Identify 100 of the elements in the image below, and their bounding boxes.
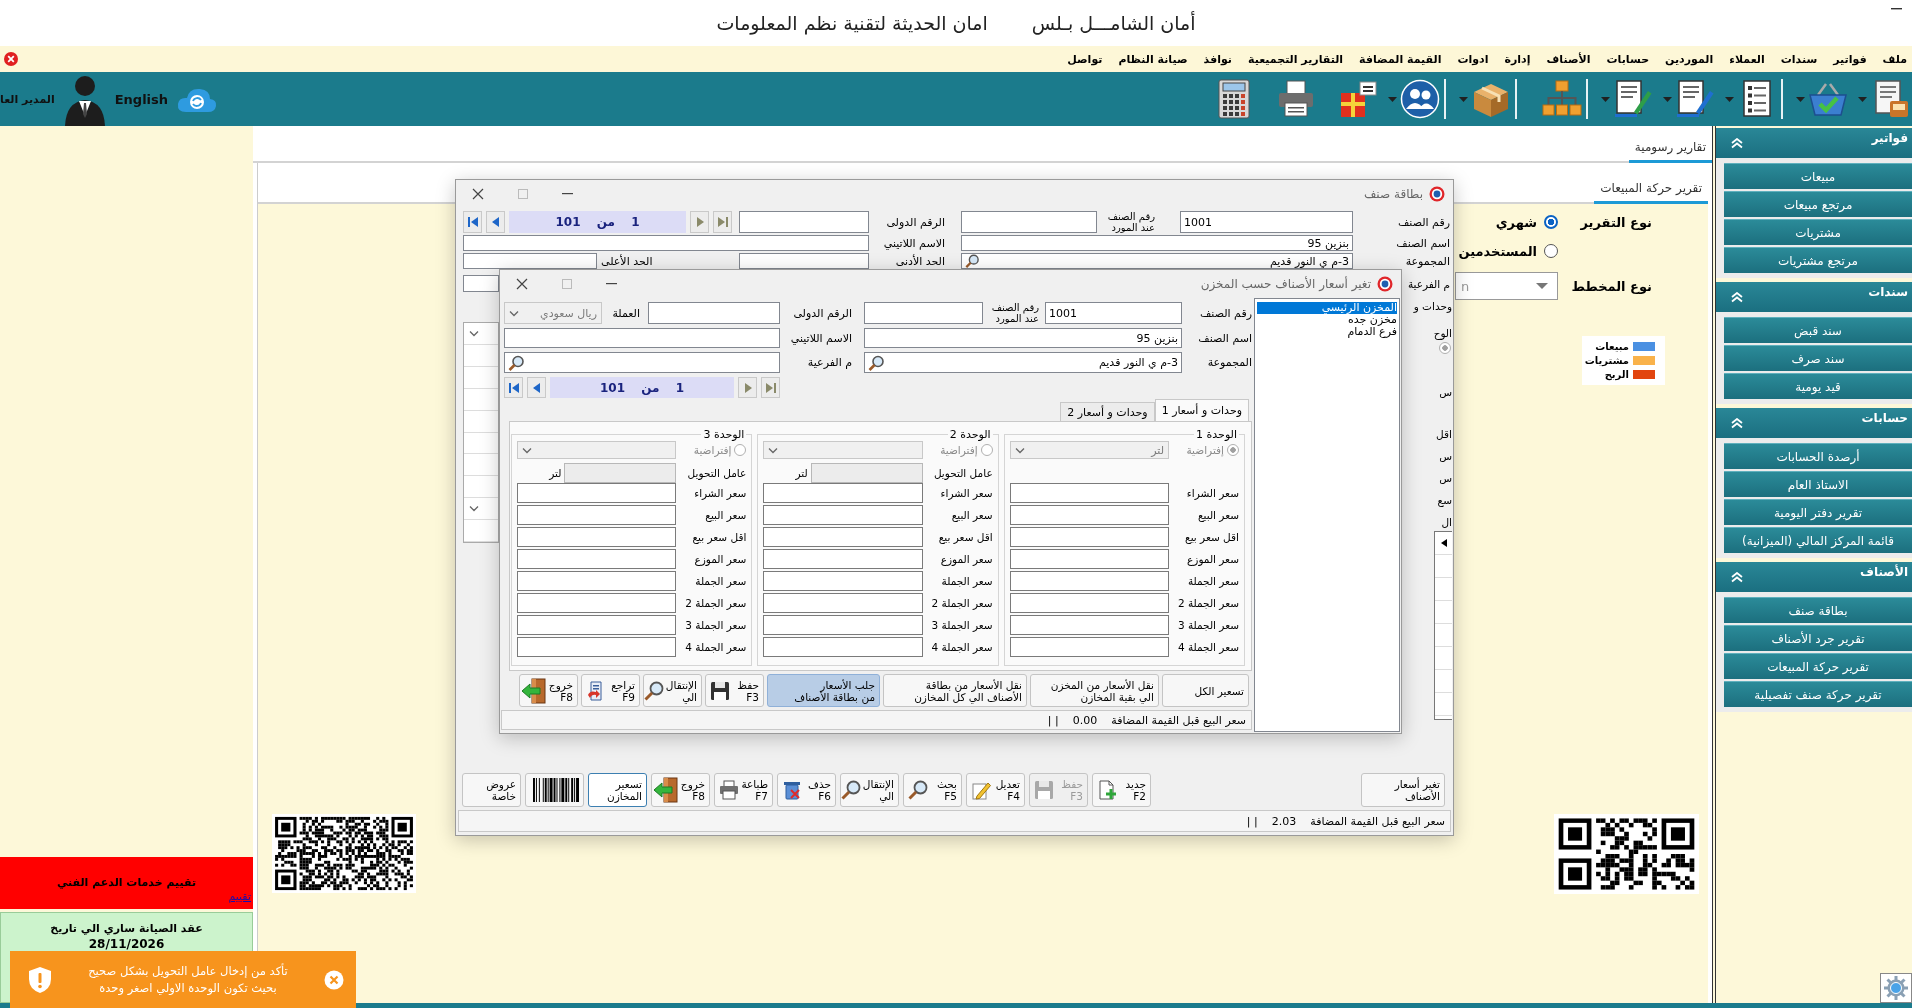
supplier-number-field[interactable] <box>961 211 1097 233</box>
minimize-icon[interactable] <box>606 283 617 285</box>
barcode-button[interactable] <box>525 773 584 807</box>
sidebar-button[interactable]: تقرير جرد الأصناف <box>1724 625 1912 651</box>
menu-item[interactable]: التقارير التجميعية <box>1247 52 1344 66</box>
menu-item[interactable]: نوافذ <box>1203 52 1232 66</box>
item-number-field[interactable]: 1001 <box>1045 302 1182 324</box>
sidebar-button[interactable]: قيد يومية <box>1724 373 1912 399</box>
price-field[interactable] <box>517 549 677 569</box>
gift-icon[interactable] <box>1338 79 1378 119</box>
record-nav-button[interactable] <box>504 377 523 398</box>
chevrons-up-icon[interactable] <box>1731 571 1743 583</box>
sidebar-button[interactable]: تقرير حركة صنف تفصيلية <box>1724 681 1912 707</box>
toolbar-button[interactable]: تسعير المخازن <box>588 773 647 807</box>
record-nav-button[interactable] <box>486 211 505 233</box>
price-field[interactable] <box>1009 549 1169 569</box>
sidebar-button[interactable]: سند قبض <box>1724 317 1912 343</box>
toolbar-button[interactable]: عروض خاصة <box>462 773 521 807</box>
language-link[interactable]: English <box>114 91 169 107</box>
document-pen-icon[interactable] <box>1613 79 1653 119</box>
caret-icon[interactable] <box>1858 96 1867 102</box>
sidebar-button[interactable]: قائمة المركز المالي (الميزانية) <box>1724 527 1912 553</box>
users-icon[interactable] <box>1400 79 1440 119</box>
search-icon[interactable] <box>508 354 524 371</box>
menu-item[interactable]: الموردين <box>1665 52 1714 66</box>
conversion-field[interactable] <box>810 462 923 483</box>
sidebar-button[interactable]: مرتجع مشتريات <box>1724 247 1912 273</box>
price-field[interactable] <box>1009 571 1169 591</box>
caret-icon[interactable] <box>1796 96 1805 102</box>
close-icon[interactable] <box>4 52 18 66</box>
sidebar-button[interactable]: مرتجع مبيعات <box>1724 191 1912 217</box>
maximum-field[interactable] <box>463 253 597 269</box>
menu-item[interactable]: حسابات <box>1606 52 1650 66</box>
menu-item[interactable]: العملاء <box>1729 52 1765 66</box>
section-header[interactable]: حسابات <box>1716 408 1912 438</box>
record-nav-button[interactable] <box>690 211 709 233</box>
price-field[interactable] <box>517 527 677 547</box>
sidebar-button[interactable]: مبيعات <box>1724 163 1912 189</box>
price-field[interactable] <box>517 593 677 613</box>
sidebar-button[interactable]: بطاقة صنف <box>1724 597 1912 623</box>
group-field[interactable]: 3-م ي النور قديم <box>961 253 1353 269</box>
price-field[interactable] <box>1009 483 1169 503</box>
hierarchy-icon[interactable] <box>1542 79 1582 119</box>
international-number-field[interactable] <box>739 211 869 233</box>
action-button[interactable]: جلب الأسعار من بطاقة الأصناف <box>767 674 880 707</box>
tab[interactable]: وحدات و أسعار 1 <box>1154 399 1249 421</box>
radio-button[interactable] <box>1544 215 1558 229</box>
price-field[interactable] <box>1009 505 1169 525</box>
minimize-icon[interactable] <box>562 193 573 195</box>
chevron-down-icon[interactable] <box>469 329 479 337</box>
sidebar-button[interactable]: الاستاذ العام <box>1724 471 1912 497</box>
chevrons-up-icon[interactable] <box>1731 417 1743 429</box>
action-button[interactable]: نقل الأسعار من بطاقة الأصناف الي كل المخازن <box>883 674 1027 707</box>
warehouse-item[interactable]: المخزن الرئيسي <box>1257 302 1397 314</box>
menu-item[interactable]: تواصل <box>1067 52 1103 66</box>
radio-button[interactable] <box>1544 244 1558 258</box>
price-field[interactable] <box>1009 615 1169 635</box>
caret-left-icon[interactable] <box>1439 538 1448 548</box>
caret-icon[interactable] <box>1459 96 1468 102</box>
supplier-number-field[interactable] <box>864 302 983 324</box>
menu-item[interactable]: سندات <box>1780 52 1818 66</box>
printer-icon[interactable] <box>1276 79 1316 119</box>
group-field[interactable]: 3-م ي النور قديم <box>864 352 1182 373</box>
item-name-field[interactable]: بنزين 95 <box>864 328 1182 348</box>
latin-name-field[interactable] <box>463 235 869 251</box>
price-field[interactable] <box>763 549 923 569</box>
price-field[interactable] <box>517 571 677 591</box>
price-field[interactable] <box>1009 593 1169 613</box>
record-nav-button[interactable] <box>738 377 757 398</box>
minimum-field[interactable] <box>739 253 869 269</box>
menu-item[interactable]: إدارة <box>1504 52 1531 66</box>
sidebar-button[interactable]: مشتريات <box>1724 219 1912 245</box>
price-field[interactable] <box>763 527 923 547</box>
price-field[interactable] <box>763 505 923 525</box>
price-field[interactable] <box>763 571 923 591</box>
menu-item[interactable]: ادوات <box>1457 52 1489 66</box>
menu-item[interactable]: القيمة المضافة <box>1359 52 1442 66</box>
warehouse-item[interactable]: مخزن جده <box>1257 314 1397 326</box>
chevron-down-icon[interactable] <box>469 505 479 513</box>
gear-icon[interactable] <box>1880 973 1912 1003</box>
section-header[interactable]: الأصناف <box>1716 562 1912 592</box>
price-field[interactable] <box>763 483 923 503</box>
menu-item[interactable]: ملف <box>1882 52 1907 66</box>
action-button[interactable]: نقل الأسعار من المخزن الي بقية المخازن <box>1030 674 1159 707</box>
price-field[interactable] <box>517 505 677 525</box>
price-field[interactable] <box>517 637 677 657</box>
price-field[interactable] <box>517 615 677 635</box>
section-header[interactable]: سندات <box>1716 282 1912 312</box>
sidebar-button[interactable]: تقرير حركة المبيعات <box>1724 653 1912 679</box>
price-field[interactable] <box>1009 637 1169 657</box>
price-field[interactable] <box>517 483 677 503</box>
close-icon[interactable] <box>516 278 528 290</box>
chevrons-up-icon[interactable] <box>1731 137 1743 149</box>
record-nav-button[interactable] <box>761 377 780 398</box>
international-number-field[interactable] <box>648 302 780 324</box>
record-nav-button[interactable] <box>713 211 732 233</box>
search-icon[interactable] <box>965 254 979 268</box>
subgroup-field[interactable] <box>463 275 499 292</box>
caret-icon[interactable] <box>1601 96 1610 102</box>
minimize-icon[interactable] <box>1891 8 1902 10</box>
